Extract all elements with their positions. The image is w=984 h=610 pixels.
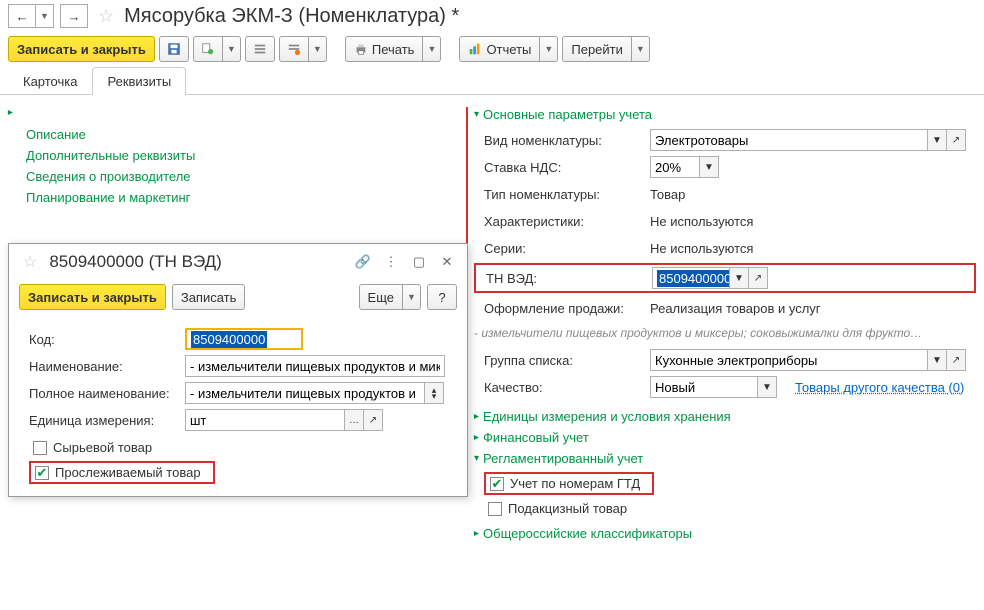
- excise-label: Подакцизный товар: [508, 501, 627, 516]
- vat-input[interactable]: [650, 156, 700, 178]
- tnved-dialog: ☆ 8509400000 (ТН ВЭД) 🔗 ⋮ ▢ ✕ Записать и…: [8, 243, 468, 497]
- dialog-code-label: Код:: [29, 332, 179, 347]
- reports-label: Отчеты: [486, 42, 531, 57]
- nav-back-button[interactable]: ←: [8, 4, 36, 28]
- dialog-unit-open[interactable]: ↗: [363, 409, 383, 431]
- dialog-name-label: Наименование:: [29, 359, 179, 374]
- trace-checkbox[interactable]: ✔: [35, 466, 49, 480]
- type-label: Тип номенклатуры:: [484, 187, 644, 202]
- link-planning[interactable]: Планирование и маркетинг: [8, 187, 458, 208]
- print-dropdown[interactable]: ▼: [423, 36, 441, 62]
- list-button[interactable]: [245, 36, 275, 62]
- page-title: Мясорубка ЭКМ-З (Номенклатура) *: [124, 5, 459, 28]
- group-open[interactable]: ↗: [946, 349, 966, 371]
- attach-dropdown[interactable]: ▼: [309, 36, 327, 62]
- section-reg[interactable]: ▾Регламентированный учет: [474, 451, 976, 466]
- group-dropdown[interactable]: ▼: [927, 349, 947, 371]
- chart-icon: [468, 42, 482, 56]
- print-button[interactable]: Печать: [345, 36, 424, 62]
- tnved-dropdown[interactable]: ▼: [729, 267, 749, 289]
- quality-dropdown[interactable]: ▼: [757, 376, 777, 398]
- dialog-help-button[interactable]: ?: [427, 284, 457, 310]
- sale-value: Реализация товаров и услуг: [650, 301, 821, 316]
- dialog-fullname-label: Полное наименование:: [29, 386, 179, 401]
- dialog-star-icon[interactable]: ☆: [19, 252, 41, 272]
- dialog-title: 8509400000 (ТН ВЭД): [49, 252, 345, 272]
- tab-props[interactable]: Реквизиты: [92, 67, 186, 95]
- dialog-more-dropdown[interactable]: ▼: [403, 284, 421, 310]
- print-label: Печать: [372, 42, 415, 57]
- section-units[interactable]: ▾Единицы измерения и условия хранения: [474, 409, 976, 424]
- floppy-icon: [167, 42, 181, 56]
- series-value: Не используются: [650, 241, 753, 256]
- quality-input[interactable]: [650, 376, 758, 398]
- kind-dropdown[interactable]: ▼: [927, 129, 947, 151]
- list-icon: [253, 42, 267, 56]
- save-button[interactable]: [159, 36, 189, 62]
- char-value: Не используются: [650, 214, 753, 229]
- type-value: Товар: [650, 187, 685, 202]
- kind-input[interactable]: [650, 129, 928, 151]
- gtd-checkbox[interactable]: ✔: [490, 477, 504, 491]
- link-description[interactable]: Описание: [8, 124, 458, 145]
- quality-label: Качество:: [484, 380, 644, 395]
- save-close-button[interactable]: Записать и закрыть: [8, 36, 155, 62]
- dialog-more-button[interactable]: Еще: [359, 284, 403, 310]
- vat-dropdown[interactable]: ▼: [699, 156, 719, 178]
- tnved-open[interactable]: ↗: [748, 267, 768, 289]
- dialog-save-close-button[interactable]: Записать и закрыть: [19, 284, 166, 310]
- gtd-label: Учет по номерам ГТД: [510, 476, 640, 491]
- docflow-button[interactable]: [193, 36, 223, 62]
- dialog-unit-ellipsis[interactable]: …: [344, 409, 364, 431]
- dialog-more-icon[interactable]: ⋮: [381, 252, 401, 272]
- dialog-unit-input[interactable]: [185, 409, 345, 431]
- dialog-fullname-input[interactable]: [185, 382, 425, 404]
- dialog-save-button[interactable]: Записать: [172, 284, 246, 310]
- reports-button[interactable]: Отчеты: [459, 36, 540, 62]
- dialog-max-icon[interactable]: ▢: [409, 252, 429, 272]
- tab-card[interactable]: Карточка: [8, 67, 92, 95]
- raw-checkbox[interactable]: [33, 441, 47, 455]
- link-extra-props[interactable]: Дополнительные реквизиты: [8, 145, 458, 166]
- section-fin[interactable]: ▾Финансовый учет: [474, 430, 976, 445]
- tnved-label: ТН ВЭД:: [486, 271, 646, 286]
- attach-icon: [287, 42, 301, 56]
- dialog-close-icon[interactable]: ✕: [437, 252, 457, 272]
- printer-icon: [354, 42, 368, 56]
- group-input[interactable]: [650, 349, 928, 371]
- tnved-input[interactable]: 8509400000: [652, 267, 730, 289]
- dialog-fullname-expand[interactable]: ▴▾: [424, 382, 444, 404]
- section-classif[interactable]: ▾Общероссийские классификаторы: [474, 526, 976, 541]
- kind-label: Вид номенклатуры:: [484, 133, 644, 148]
- goto-label: Перейти: [571, 42, 623, 57]
- attach-button[interactable]: [279, 36, 309, 62]
- group-label: Группа списка:: [484, 353, 644, 368]
- reports-dropdown[interactable]: ▼: [540, 36, 558, 62]
- raw-label: Сырьевой товар: [53, 440, 152, 455]
- dialog-name-input[interactable]: [185, 355, 445, 377]
- other-quality-link[interactable]: Товары другого качества (0): [795, 380, 964, 395]
- vat-label: Ставка НДС:: [484, 160, 644, 175]
- dialog-unit-label: Единица измерения:: [29, 413, 179, 428]
- star-icon[interactable]: ☆: [94, 6, 118, 27]
- char-label: Характеристики:: [484, 214, 644, 229]
- section-top[interactable]: ▾: [8, 107, 458, 118]
- series-label: Серии:: [484, 241, 644, 256]
- nav-forward-button[interactable]: →: [60, 4, 88, 28]
- docflow-dropdown[interactable]: ▼: [223, 36, 241, 62]
- goto-dropdown[interactable]: ▼: [632, 36, 650, 62]
- dialog-code-input[interactable]: 8509400000: [185, 328, 303, 350]
- excise-checkbox[interactable]: [488, 502, 502, 516]
- tnved-description: - измельчители пищевых продуктов и миксе…: [474, 326, 976, 340]
- kind-open[interactable]: ↗: [946, 129, 966, 151]
- trace-label: Прослеживаемый товар: [55, 465, 201, 480]
- dialog-link-icon[interactable]: 🔗: [353, 252, 373, 272]
- goto-button[interactable]: Перейти: [562, 36, 632, 62]
- nav-back-dropdown[interactable]: ▼: [36, 4, 54, 28]
- link-manufacturer[interactable]: Сведения о производителе: [8, 166, 458, 187]
- sale-label: Оформление продажи:: [484, 301, 644, 316]
- docflow-icon: [201, 42, 215, 56]
- section-main-params[interactable]: ▾Основные параметры учета: [474, 107, 976, 122]
